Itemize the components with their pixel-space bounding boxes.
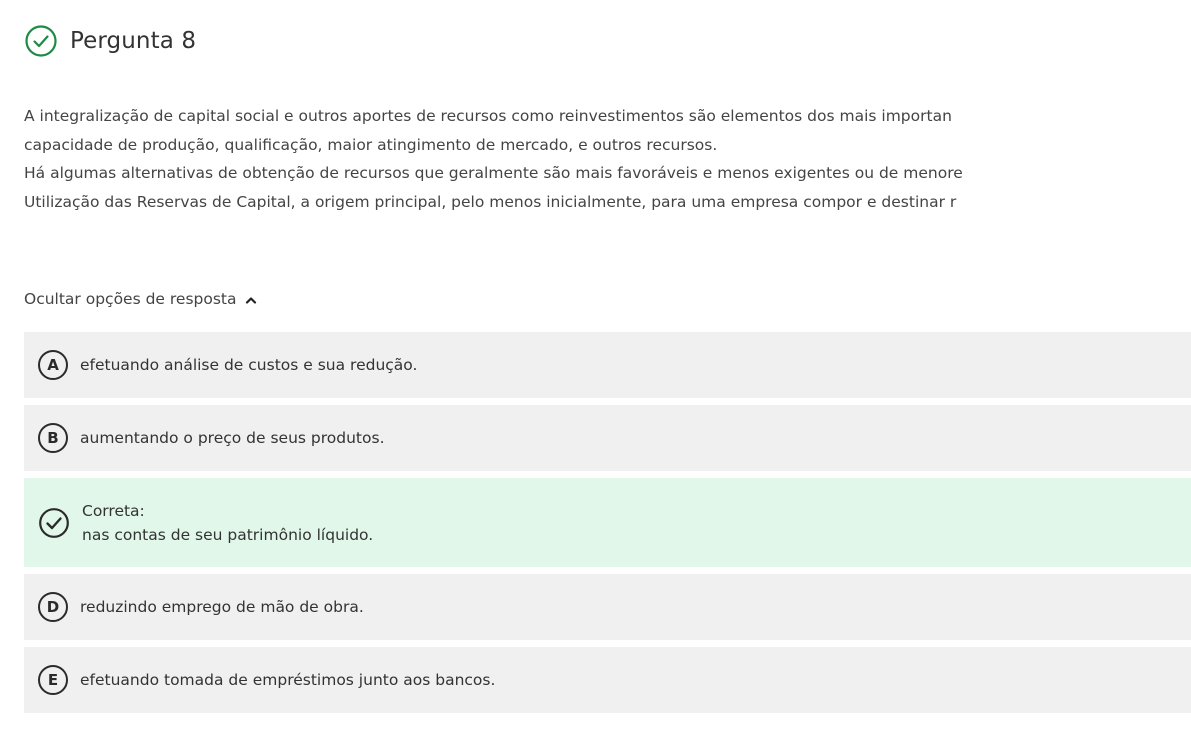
- correct-answer-block: Correta: nas contas de seu patrimônio lí…: [82, 502, 373, 544]
- answer-option-e[interactable]: E efetuando tomada de empréstimos junto …: [24, 647, 1191, 713]
- answer-option-d[interactable]: D reduzindo emprego de mão de obra.: [24, 574, 1191, 640]
- question-title: Pergunta 8: [70, 28, 197, 54]
- stem-line: capacidade de produção, qualificação, ma…: [24, 135, 718, 154]
- stem-line: Há algumas alternativas de obtenção de r…: [24, 164, 963, 182]
- option-text: reduzindo emprego de mão de obra.: [80, 598, 364, 616]
- option-letter-badge: E: [38, 665, 68, 695]
- option-letter-badge: B: [38, 423, 68, 453]
- stem-line: Utilização das Reservas de Capital, a or…: [24, 192, 957, 211]
- question-header: Pergunta 8: [24, 24, 196, 58]
- answer-option-c-correct[interactable]: Correta: nas contas de seu patrimônio lí…: [24, 478, 1191, 567]
- option-text: efetuando tomada de empréstimos junto ao…: [80, 671, 496, 689]
- option-text: aumentando o preço de seus produtos.: [80, 429, 385, 447]
- chevron-up-icon: [245, 297, 256, 304]
- check-circle-icon: [39, 507, 69, 538]
- answer-option-a[interactable]: A efetuando análise de custos e sua redu…: [24, 332, 1191, 398]
- hide-options-toggle[interactable]: Ocultar opções de resposta: [24, 290, 257, 308]
- option-text: nas contas de seu patrimônio líquido.: [82, 525, 374, 544]
- option-letter-badge: A: [38, 350, 68, 380]
- correct-label: Correta:: [82, 501, 145, 520]
- option-text: efetuando análise de custos e sua reduçã…: [80, 356, 418, 374]
- stem-line: A integralização de capital social e out…: [24, 107, 952, 125]
- option-letter-badge: D: [38, 592, 68, 622]
- question-stem: A integralização de capital social e out…: [24, 102, 1191, 216]
- check-circle-icon: [25, 25, 57, 57]
- answer-option-b[interactable]: B aumentando o preço de seus produtos.: [24, 405, 1191, 471]
- hide-options-label: Ocultar opções de resposta: [24, 290, 237, 308]
- answer-options: A efetuando análise de custos e sua redu…: [24, 332, 1191, 720]
